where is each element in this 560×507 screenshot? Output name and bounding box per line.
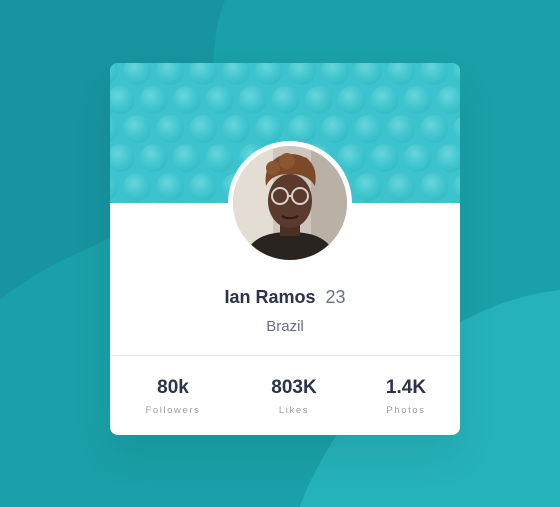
header-bubble	[420, 173, 448, 201]
stat-value: 803K	[271, 377, 317, 398]
header-bubble	[156, 173, 184, 201]
header-bubble	[255, 115, 283, 143]
header-bubble	[172, 144, 201, 172]
stat-followers: 80k Followers	[118, 377, 228, 416]
avatar[interactable]	[228, 141, 352, 265]
stat-likes: 803K Likes	[239, 377, 349, 416]
header-bubble	[139, 144, 168, 172]
header-bubble	[403, 86, 432, 114]
header-bubble	[321, 115, 349, 143]
header-bubble	[222, 115, 250, 143]
header-bubble	[189, 115, 217, 143]
name-row: Ian Ramos 23	[110, 286, 460, 308]
header-bubble	[205, 86, 234, 114]
header-bubble	[271, 86, 300, 114]
header-bubble	[337, 86, 366, 114]
header-bubble	[123, 115, 151, 143]
profile-card: Ian Ramos 23 Brazil 80k Followers 803K Li…	[110, 63, 460, 435]
header-bubble	[354, 173, 382, 201]
header-bubble	[288, 115, 316, 143]
stat-label: Photos	[386, 405, 426, 416]
stat-photos: 1.4K Photos	[351, 377, 460, 416]
header-bubble	[139, 86, 168, 114]
header-bubble	[156, 115, 184, 143]
header-bubble	[387, 115, 415, 143]
header-bubble	[354, 115, 382, 143]
divider	[110, 355, 460, 356]
header-bubble	[420, 115, 448, 143]
header-bubble	[189, 173, 217, 201]
profile-name: Ian Ramos	[224, 287, 316, 307]
profile-location: Brazil	[266, 318, 304, 335]
header-bubble	[172, 86, 201, 114]
header-bubble	[387, 173, 415, 201]
stat-value: 80k	[157, 377, 189, 398]
stat-label: Likes	[278, 405, 310, 416]
header-bubble	[370, 86, 399, 114]
header-bubble	[403, 144, 432, 172]
profile-age: 23	[325, 287, 346, 307]
header-bubble	[370, 144, 399, 172]
stat-label: Followers	[145, 405, 201, 416]
header-bubble	[123, 173, 151, 201]
header-bubble	[304, 86, 333, 114]
stat-value: 1.4K	[385, 377, 427, 398]
header-bubble	[205, 144, 234, 172]
user-photo-icon	[233, 146, 347, 260]
header-bubble	[238, 86, 267, 114]
